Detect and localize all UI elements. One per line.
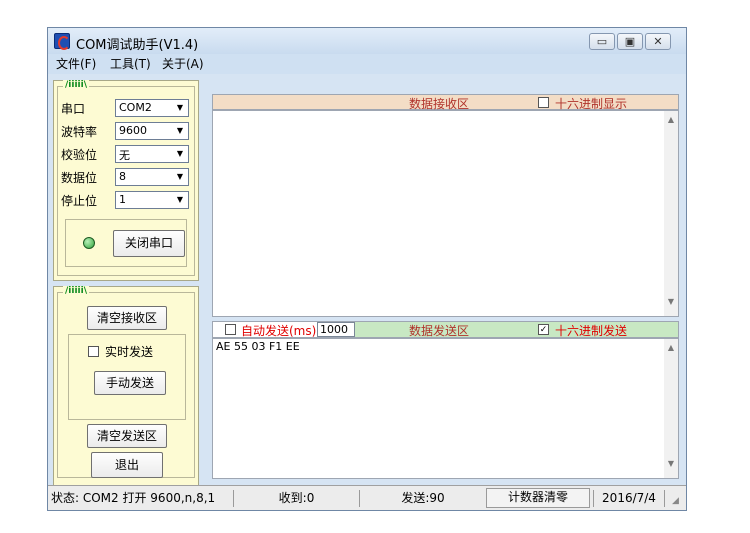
chevron-down-icon: ▼ bbox=[176, 172, 184, 181]
stopbits-select[interactable]: 1 ▼ bbox=[115, 191, 189, 209]
app-window: COM调试助手(V1.4) ▭ ▣ ✕ 文件(F) 工具(T) 关于(A) /i… bbox=[47, 27, 687, 511]
chevron-down-icon: ▼ bbox=[176, 103, 184, 112]
chevron-down-icon: ▼ bbox=[176, 195, 184, 204]
maximize-icon: ▣ bbox=[624, 35, 636, 48]
auto-send-label: 自动发送(ms) bbox=[241, 324, 317, 338]
scroll-up-icon[interactable]: ▲ bbox=[665, 115, 677, 124]
receive-scrollbar[interactable]: ▲ ▼ bbox=[664, 111, 678, 316]
receive-textarea[interactable]: ▲ ▼ bbox=[212, 110, 679, 317]
baud-select[interactable]: 9600 ▼ bbox=[115, 122, 189, 140]
hex-display-checkbox[interactable] bbox=[538, 97, 549, 108]
clear-send-button[interactable]: 清空发送区 bbox=[87, 424, 167, 448]
counter-reset-button[interactable]: 计数器清零 bbox=[486, 488, 590, 508]
chevron-down-icon: ▼ bbox=[176, 149, 184, 158]
port-value: COM2 bbox=[119, 101, 152, 114]
menu-file[interactable]: 文件(F) bbox=[56, 55, 96, 72]
port-select[interactable]: COM2 ▼ bbox=[115, 99, 189, 117]
exit-button[interactable]: 退出 bbox=[91, 452, 163, 478]
menu-bar: 文件(F) 工具(T) 关于(A) bbox=[48, 54, 686, 72]
realtime-send-checkbox[interactable] bbox=[88, 346, 99, 357]
date-text: 2016/7/4 bbox=[593, 490, 665, 507]
send-title: 数据发送区 bbox=[409, 324, 470, 338]
chevron-down-icon: ▼ bbox=[176, 126, 184, 135]
status-bar: 状态: COM2 打开 9600,n,8,1 收到:0 发送:90 计数器清零 … bbox=[48, 485, 686, 510]
close-icon: ✕ bbox=[653, 35, 663, 48]
menu-about[interactable]: 关于(A) bbox=[162, 55, 204, 72]
stopbits-value: 1 bbox=[119, 193, 126, 206]
minimize-icon: ▭ bbox=[596, 35, 608, 48]
app-icon bbox=[54, 33, 70, 50]
status-text: 状态: COM2 打开 9600,n,8,1 bbox=[51, 491, 216, 505]
port-label: 串口 bbox=[61, 102, 86, 116]
sent-count: 发送:90 bbox=[359, 490, 486, 507]
parity-label: 校验位 bbox=[61, 148, 98, 162]
scroll-up-icon[interactable]: ▲ bbox=[665, 343, 677, 352]
databits-value: 8 bbox=[119, 170, 126, 183]
scroll-down-icon[interactable]: ▼ bbox=[665, 459, 677, 468]
send-content: AE 55 03 F1 EE bbox=[216, 340, 300, 353]
minimize-button[interactable]: ▭ bbox=[589, 33, 615, 50]
manual-send-button[interactable]: 手动发送 bbox=[94, 371, 166, 395]
close-port-button[interactable]: 关闭串口 bbox=[113, 230, 185, 257]
baud-label: 波特率 bbox=[61, 125, 98, 139]
databits-label: 数据位 bbox=[61, 171, 98, 185]
parity-select[interactable]: 无 ▼ bbox=[115, 145, 189, 163]
received-count: 收到:0 bbox=[233, 490, 359, 507]
hex-send-checkbox[interactable]: ✓ bbox=[538, 324, 549, 335]
status-led-icon bbox=[83, 237, 95, 249]
send-header: 自动发送(ms) 1000 数据发送区 ✓ 十六进制发送 bbox=[212, 321, 679, 338]
hex-send-label: 十六进制发送 bbox=[555, 324, 628, 338]
serial-settings-panel: /iiiii\ 串口 COM2 ▼ 波特率 9600 ▼ 校验位 无 ▼ 数据位… bbox=[53, 80, 199, 281]
send-scrollbar[interactable]: ▲ ▼ bbox=[664, 339, 678, 478]
client-area: /iiiii\ 串口 COM2 ▼ 波特率 9600 ▼ 校验位 无 ▼ 数据位… bbox=[48, 74, 686, 486]
auto-send-checkbox[interactable] bbox=[225, 324, 236, 335]
resize-grip-icon[interactable]: ◢ bbox=[672, 496, 679, 506]
title-bar[interactable]: COM调试助手(V1.4) ▭ ▣ ✕ bbox=[48, 28, 686, 54]
receive-header: 数据接收区 十六进制显示 bbox=[212, 94, 679, 111]
send-textarea[interactable]: AE 55 03 F1 EE ▲ ▼ bbox=[212, 338, 679, 479]
control-group-title: /iiiii\ bbox=[63, 286, 89, 296]
auto-send-interval-input[interactable]: 1000 bbox=[317, 322, 355, 337]
menu-tools[interactable]: 工具(T) bbox=[110, 55, 151, 72]
close-button[interactable]: ✕ bbox=[645, 33, 671, 50]
serial-group-title: /iiiii\ bbox=[63, 80, 89, 90]
parity-value: 无 bbox=[119, 149, 130, 162]
maximize-button[interactable]: ▣ bbox=[617, 33, 643, 50]
clear-receive-button[interactable]: 清空接收区 bbox=[87, 306, 167, 330]
stopbits-label: 停止位 bbox=[61, 194, 98, 208]
realtime-send-label: 实时发送 bbox=[105, 345, 154, 359]
baud-value: 9600 bbox=[119, 124, 147, 137]
databits-select[interactable]: 8 ▼ bbox=[115, 168, 189, 186]
window-title: COM调试助手(V1.4) bbox=[76, 38, 199, 53]
scroll-down-icon[interactable]: ▼ bbox=[665, 297, 677, 306]
